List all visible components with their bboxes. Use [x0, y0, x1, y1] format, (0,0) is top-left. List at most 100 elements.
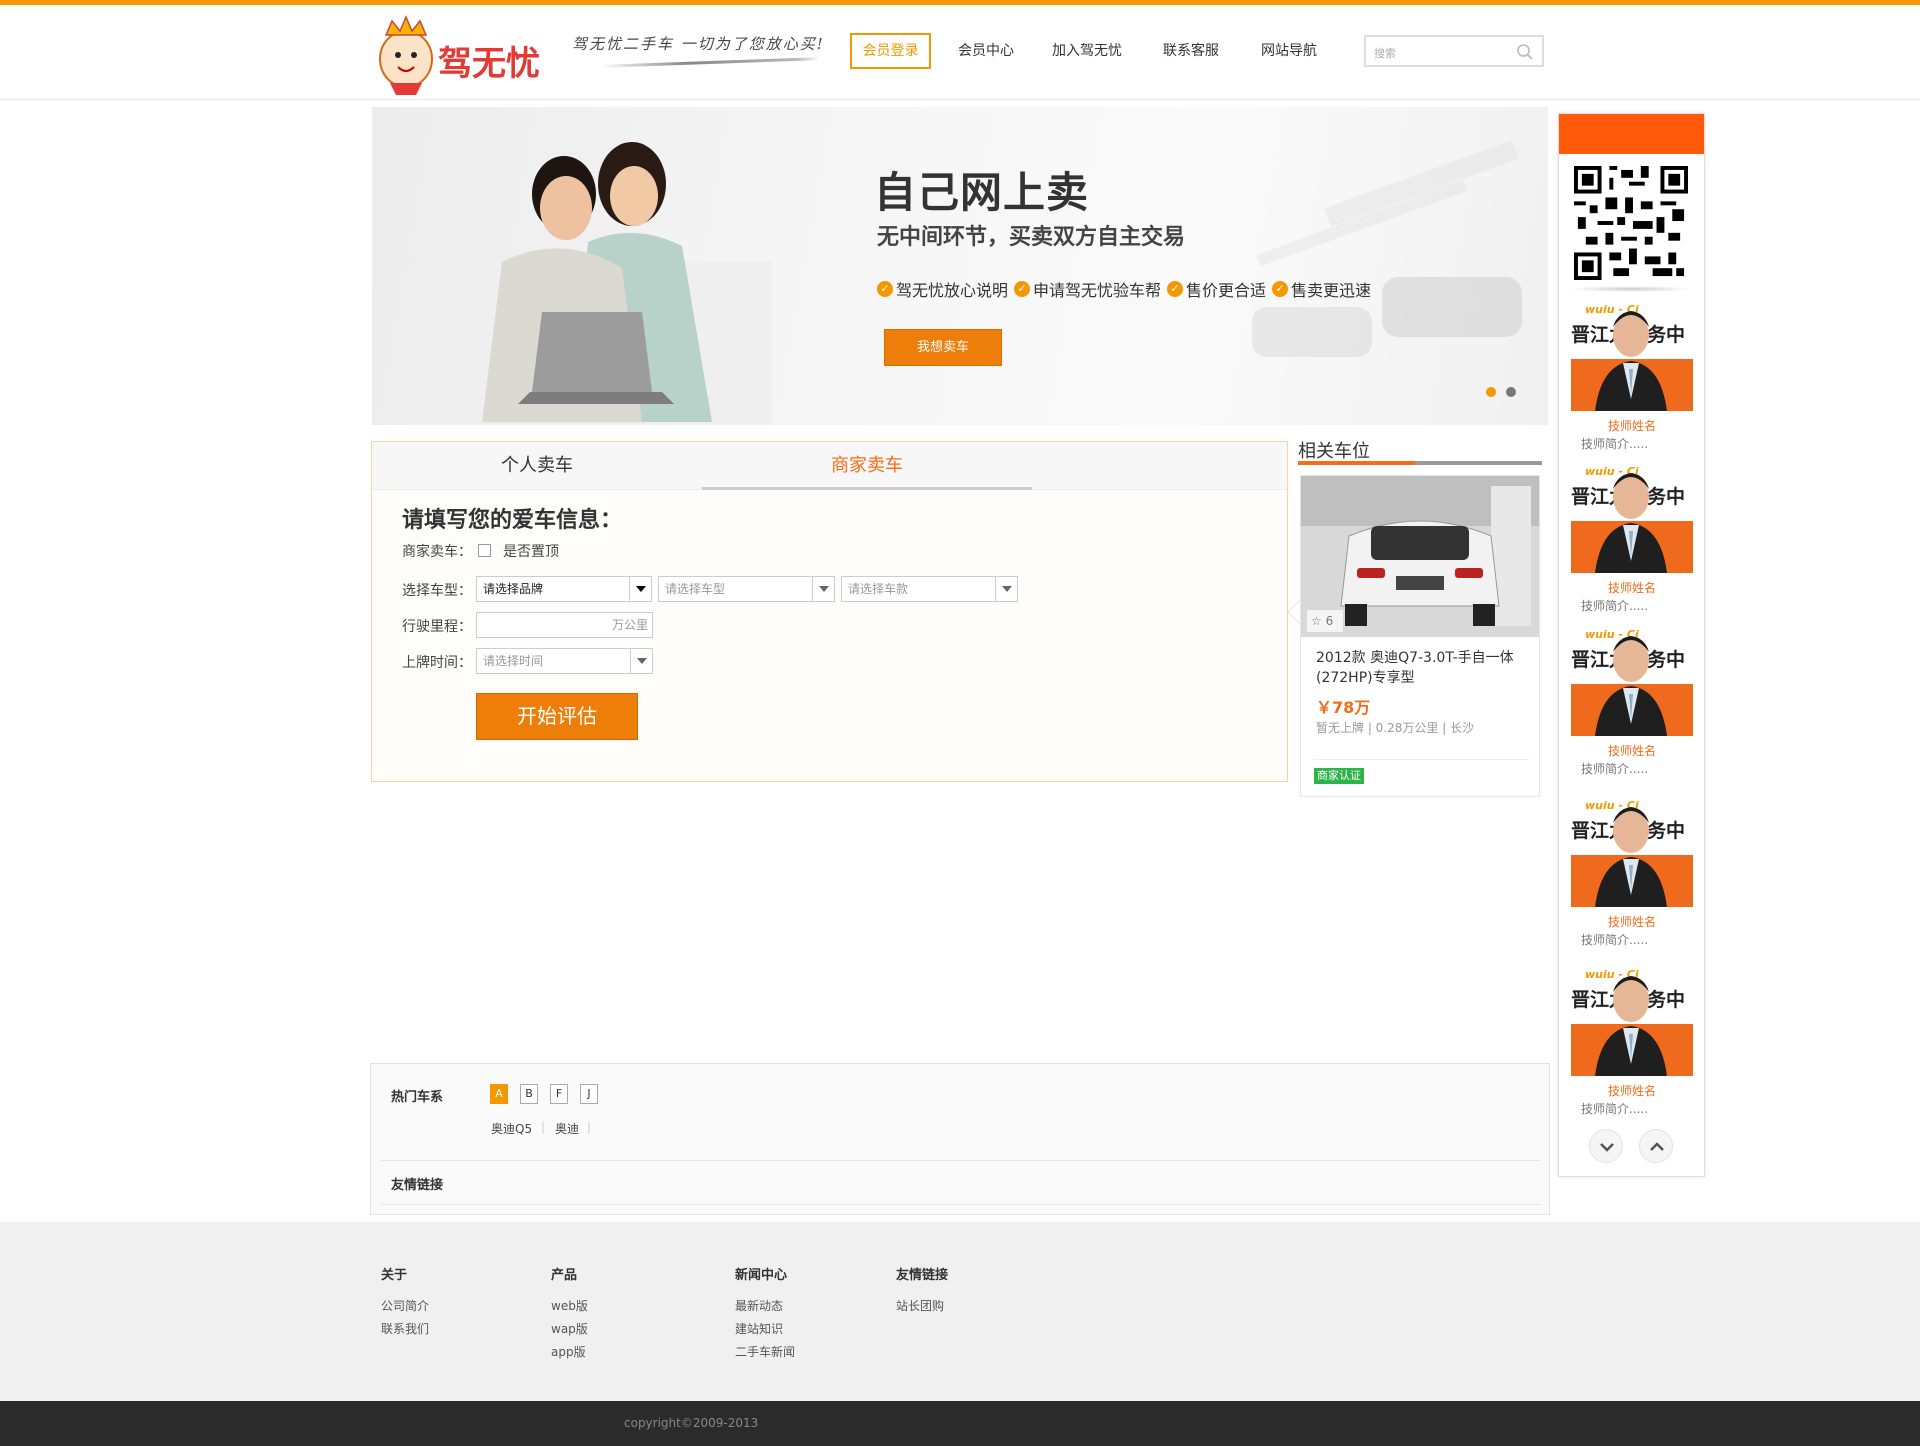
logo-wordmark: 驾无忧 — [438, 44, 540, 84]
sidebar-header-bar — [1559, 114, 1704, 154]
hot-series-panel: 热门车系 A B F J 奥迪Q5 | 奥迪 | 友情链接 — [370, 1063, 1550, 1215]
plate-date-label: 上牌时间： — [402, 655, 472, 671]
check-icon: ✓ — [877, 281, 893, 297]
search-input[interactable]: 搜索 — [1374, 45, 1396, 61]
letter-filter-a[interactable]: A — [490, 1084, 508, 1104]
slogan: 驾无忧二手车 一切为了您放心买! — [572, 35, 825, 53]
nav-login[interactable]: 会员登录 — [850, 33, 931, 69]
tab-personal-sell[interactable]: 个人卖车 — [372, 442, 702, 490]
merchant-label: 商家卖车： — [402, 544, 472, 560]
letter-filter-b[interactable]: B — [520, 1084, 538, 1104]
car-meta: 暂无上牌 | 0.28万公里 | 长沙 — [1316, 721, 1475, 735]
footer-link[interactable]: 建站知识 — [735, 1318, 795, 1341]
qr-code — [1574, 166, 1688, 280]
pin-checkbox[interactable] — [478, 544, 491, 557]
nav-member-center[interactable]: 会员中心 — [950, 33, 1022, 69]
site-logo[interactable]: 驾无忧 — [368, 13, 568, 99]
search-icon[interactable] — [1516, 43, 1534, 65]
footer-col-about: 关于 公司简介 联系我们 — [381, 1264, 429, 1341]
footer: 关于 公司简介 联系我们 产品 web版 wap版 app版 新闻中心 最新动态… — [0, 1222, 1920, 1401]
scroll-down-button[interactable] — [1589, 1129, 1623, 1163]
technician-photo[interactable]: wuiu - Ci晋江九服务中 — [1571, 795, 1693, 907]
check-icon: ✓ — [1272, 281, 1289, 297]
car-title[interactable]: 2012款 奥迪Q7-3.0T-手自一体(272HP)专享型 — [1316, 648, 1531, 688]
check-icon: ✓ — [1167, 281, 1184, 297]
technician-name[interactable]: 技师姓名 — [1571, 579, 1693, 596]
tab-underline — [702, 487, 1032, 490]
footer-link[interactable]: web版 — [551, 1295, 588, 1318]
star-icon: ☆ — [1311, 614, 1322, 628]
footer-link[interactable]: wap版 — [551, 1318, 588, 1341]
search-box[interactable]: 搜索 — [1364, 35, 1544, 67]
technician-name[interactable]: 技师姓名 — [1571, 417, 1693, 434]
check-icon: ✓ — [1014, 281, 1031, 297]
header: 驾无忧 驾无忧二手车 一切为了您放心买! 会员登录 会员中心 加入驾无忧 联系客… — [0, 5, 1920, 100]
related-car-card[interactable]: ☆ 6 2012款 奥迪Q7-3.0T-手自一体(272HP)专享型 ￥78万 … — [1300, 475, 1540, 797]
letter-filter-f[interactable]: F — [550, 1084, 568, 1104]
footer-link[interactable]: 联系我们 — [381, 1318, 429, 1341]
nav-join[interactable]: 加入驾无忧 — [1044, 33, 1130, 69]
brand-select[interactable]: 请选择品牌 — [476, 576, 652, 602]
footer-link[interactable]: 最新动态 — [735, 1295, 795, 1318]
hero-banner: 自己网上卖 无中间环节，买卖双方自主交易 ✓ 驾无忧放心说明 ✓ 申请驾无忧验车帮 … — [372, 107, 1548, 425]
sell-tabs: 个人卖车 商家卖车 — [372, 442, 1287, 490]
technician-intro: 技师简介..... — [1581, 933, 1649, 947]
footer-link[interactable]: 公司简介 — [381, 1295, 429, 1318]
footer-link[interactable]: 二手车新闻 — [735, 1341, 795, 1364]
couple-laptop-photo — [412, 142, 772, 425]
style-select[interactable]: 请选择车款 — [841, 576, 1018, 602]
related-title-bar — [1298, 461, 1542, 465]
technician-name[interactable]: 技师姓名 — [1571, 913, 1693, 930]
nav-site-map[interactable]: 网站导航 — [1252, 33, 1326, 69]
carousel-dot-1[interactable] — [1486, 387, 1496, 397]
banner-point: ✓ 申请驾无忧验车帮 — [1014, 277, 1161, 301]
technician-photo[interactable]: wuiu - Ci晋江九服务中 — [1571, 461, 1693, 573]
banner-subtitle: 无中间环节，买卖双方自主交易 — [877, 225, 1186, 250]
mileage-unit: 万公里 — [611, 618, 648, 632]
carousel-dot-2[interactable] — [1506, 387, 1516, 397]
type-select[interactable]: 请选择车型 — [658, 576, 835, 602]
chevron-down-icon — [629, 577, 651, 601]
chevron-down-icon — [995, 577, 1017, 601]
model-label: 选择车型： — [402, 583, 472, 599]
friend-links-label: 友情链接 — [391, 1178, 444, 1193]
copyright-bar: copyright©2009-2013 — [0, 1401, 1920, 1446]
banner-point: ✓ 售价更合适 — [1167, 277, 1266, 301]
letter-filter-j[interactable]: J — [580, 1084, 598, 1104]
chevron-up-icon — [1650, 1142, 1664, 1151]
favorite-count[interactable]: ☆ 6 — [1307, 610, 1343, 632]
technician-intro: 技师简介..... — [1581, 762, 1649, 776]
tab-merchant-sell[interactable]: 商家卖车 — [702, 442, 1032, 490]
copyright-text: copyright©2009-2013 — [624, 1416, 759, 1430]
sidebar-technicians: wuiu - Ci晋江九服务中技师姓名技师简介.....wuiu - Ci晋江九… — [1558, 113, 1705, 1177]
banner-point: ✓ 售卖更迅速 — [1272, 277, 1371, 301]
chevron-down-icon — [1600, 1143, 1614, 1152]
scroll-up-button[interactable] — [1639, 1129, 1673, 1163]
technician-photo[interactable]: wuiu - Ci晋江九服务中 — [1571, 964, 1693, 1076]
technician-photo[interactable]: wuiu - Ci晋江九服务中 — [1571, 624, 1693, 736]
series-link[interactable]: 奥迪Q5 — [491, 1120, 532, 1137]
banner-point: ✓ 驾无忧放心说明 — [877, 277, 1008, 301]
merchant-certified-badge: 商家认证 — [1314, 768, 1364, 784]
chevron-down-icon — [812, 577, 834, 601]
car-price: ￥78万 — [1316, 698, 1371, 717]
mileage-input[interactable]: 万公里 — [476, 612, 653, 638]
plate-date-select[interactable]: 请选择时间 — [476, 648, 653, 674]
sell-form-panel: 个人卖车 商家卖车 请填写您的爱车信息： 商家卖车： 是否置顶 选择车型： 请选… — [371, 441, 1288, 782]
footer-col-products: 产品 web版 wap版 app版 — [551, 1264, 588, 1364]
related-title: 相关车位 — [1298, 441, 1370, 462]
slogan-underline — [600, 57, 820, 68]
technician-name[interactable]: 技师姓名 — [1571, 742, 1693, 759]
technician-intro: 技师简介..... — [1581, 1102, 1649, 1116]
nav-customer-service[interactable]: 联系客服 — [1154, 33, 1228, 69]
footer-col-news: 新闻中心 最新动态 建站知识 二手车新闻 — [735, 1264, 795, 1364]
series-link[interactable]: 奥迪 — [555, 1120, 579, 1137]
technician-intro: 技师简介..... — [1581, 437, 1649, 451]
start-evaluation-button[interactable]: 开始评估 — [476, 693, 638, 740]
footer-link[interactable]: 站长团购 — [896, 1295, 948, 1318]
footer-link[interactable]: app版 — [551, 1341, 588, 1364]
technician-name[interactable]: 技师姓名 — [1571, 1082, 1693, 1099]
banner-title: 自己网上卖 — [874, 168, 1090, 217]
sell-car-button[interactable]: 我想卖车 — [884, 329, 1002, 366]
technician-photo[interactable]: wuiu - Ci晋江九服务中 — [1571, 299, 1693, 411]
